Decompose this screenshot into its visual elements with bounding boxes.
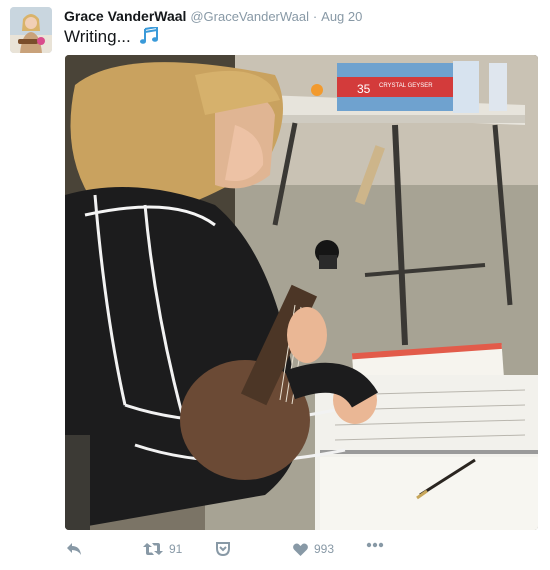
bottle-number: 35 (357, 82, 371, 96)
like-count: 993 (314, 542, 335, 556)
tweet-text-content: Writing... (64, 27, 131, 46)
tweet-actions: 91 993 (0, 530, 550, 570)
more-button[interactable] (366, 542, 384, 548)
retweet-icon (143, 543, 163, 555)
author-handle[interactable]: @GraceVanderWaal (190, 9, 309, 24)
tweet-text: Writing... (64, 25, 159, 47)
pocket-icon (216, 542, 230, 556)
reply-button[interactable] (66, 542, 82, 556)
avatar[interactable] (10, 7, 52, 53)
author-name[interactable]: Grace VanderWaal (64, 8, 186, 24)
musical-notes-icon (139, 25, 159, 45)
like-button[interactable]: 993 (293, 542, 334, 556)
tweet-photo[interactable]: 35 CRYSTAL GEYSER (65, 55, 538, 530)
retweet-button[interactable]: 91 (143, 542, 182, 556)
photo-illustration: 35 CRYSTAL GEYSER (65, 55, 538, 530)
avatar-image (10, 7, 52, 53)
tweet-header: Grace VanderWaal @GraceVanderWaal · Aug … (64, 8, 362, 24)
retweet-count: 91 (169, 542, 183, 556)
reply-icon (67, 543, 81, 555)
header-separator: · (312, 9, 318, 24)
save-button[interactable] (216, 542, 230, 556)
bottle-brand: CRYSTAL GEYSER (379, 83, 433, 89)
tweet-date[interactable]: Aug 20 (321, 9, 362, 24)
more-icon (366, 542, 384, 548)
heart-icon (293, 542, 308, 556)
